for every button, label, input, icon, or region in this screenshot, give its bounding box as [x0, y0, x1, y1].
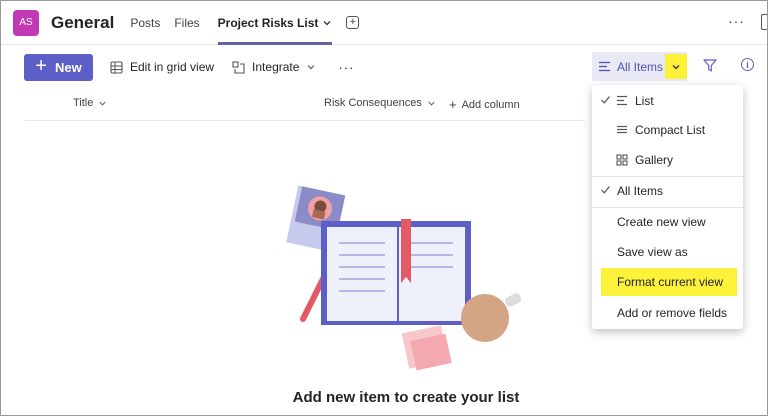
popout-icon[interactable] — [761, 14, 767, 30]
menu-item-list[interactable]: List — [592, 87, 743, 115]
checkmark-icon — [601, 186, 610, 194]
menu-item-save-view-as[interactable]: Save view as — [592, 238, 743, 266]
view-switcher-label: All Items — [617, 59, 664, 74]
tab-project-risks-list[interactable]: Project Risks List — [217, 1, 333, 45]
view-options-menu: List Compact List Gallery All Items Crea… — [592, 85, 743, 329]
info-icon[interactable]: i — [741, 58, 754, 71]
notebook — [321, 219, 471, 325]
view-switcher-button[interactable]: All Items — [592, 52, 687, 81]
integrate-button[interactable]: Integrate — [232, 60, 316, 74]
menu-item-create-new-view[interactable]: Create new view — [592, 208, 743, 236]
teams-window: AS General Posts Files Project Risks Lis… — [0, 0, 768, 416]
view-switcher-chevron[interactable] — [665, 54, 687, 79]
new-button-label: New — [54, 59, 82, 75]
chevron-down-icon — [307, 65, 315, 70]
empty-list-illustration — [286, 185, 522, 371]
plus-icon: + — [449, 97, 457, 112]
menu-item-save-view-as-label: Save view as — [617, 245, 688, 259]
tab-posts[interactable]: Posts — [130, 1, 160, 45]
column-risk-label: Risk Consequences — [324, 97, 422, 109]
menu-item-add-remove-fields-label: Add or remove fields — [617, 306, 728, 320]
grid-icon — [110, 60, 123, 74]
chevron-down-icon — [672, 64, 680, 69]
empty-state-message: Add new item to create your list — [292, 389, 520, 406]
sticky-notes — [401, 325, 452, 371]
add-column-button[interactable]: + Add column — [449, 97, 520, 112]
add-tab-icon[interactable]: + — [346, 16, 360, 29]
more-options-icon[interactable]: ··· — [728, 13, 745, 29]
list-icon — [617, 95, 627, 106]
menu-item-format-current-view-label: Format current view — [617, 275, 724, 289]
tab-files[interactable]: Files — [174, 1, 199, 45]
menu-item-all-items[interactable]: All Items — [592, 177, 743, 205]
compact-list-icon — [617, 125, 627, 134]
menu-item-compact-list-label: Compact List — [635, 123, 706, 137]
edit-grid-label: Edit in grid view — [130, 60, 215, 74]
column-title-label: Title — [73, 97, 94, 109]
menu-item-create-new-view-label: Create new view — [617, 215, 706, 229]
list-column-headers: Title Risk Consequences + Add column — [25, 89, 585, 121]
menu-item-gallery-label: Gallery — [635, 153, 674, 167]
chevron-down-icon — [99, 101, 106, 106]
filter-icon[interactable] — [703, 59, 717, 72]
edit-grid-button[interactable]: Edit in grid view — [110, 60, 214, 74]
column-title[interactable]: Title — [73, 97, 107, 109]
menu-item-format-current-view[interactable]: Format current view — [592, 268, 743, 296]
chevron-down-icon — [428, 101, 435, 106]
team-avatar[interactable]: AS — [13, 9, 39, 36]
view-list-icon — [599, 61, 610, 72]
checkmark-icon — [601, 96, 610, 104]
plus-icon: + — [35, 55, 47, 77]
menu-item-compact-list[interactable]: Compact List — [592, 116, 743, 144]
command-bar: + New Edit in grid view Integrate ··· Al… — [1, 49, 767, 85]
gallery-icon — [616, 154, 628, 166]
menu-item-gallery[interactable]: Gallery — [592, 146, 743, 174]
channel-header: AS General Posts Files Project Risks Lis… — [1, 1, 767, 45]
integrate-label: Integrate — [252, 60, 300, 74]
menu-item-all-items-label: All Items — [617, 184, 664, 198]
menu-item-list-label: List — [635, 94, 654, 108]
add-column-label: Add column — [461, 98, 520, 111]
integrate-icon — [232, 60, 245, 74]
menu-item-add-remove-fields[interactable]: Add or remove fields — [592, 299, 743, 327]
new-button[interactable]: + New — [24, 53, 93, 81]
chevron-down-icon — [323, 20, 331, 25]
channel-name: General — [51, 12, 115, 32]
tab-project-risks-list-label: Project Risks List — [217, 15, 319, 30]
coffee-mug — [461, 293, 522, 342]
column-risk-consequences[interactable]: Risk Consequences — [324, 97, 436, 109]
more-commands-button[interactable]: ··· — [338, 60, 354, 75]
